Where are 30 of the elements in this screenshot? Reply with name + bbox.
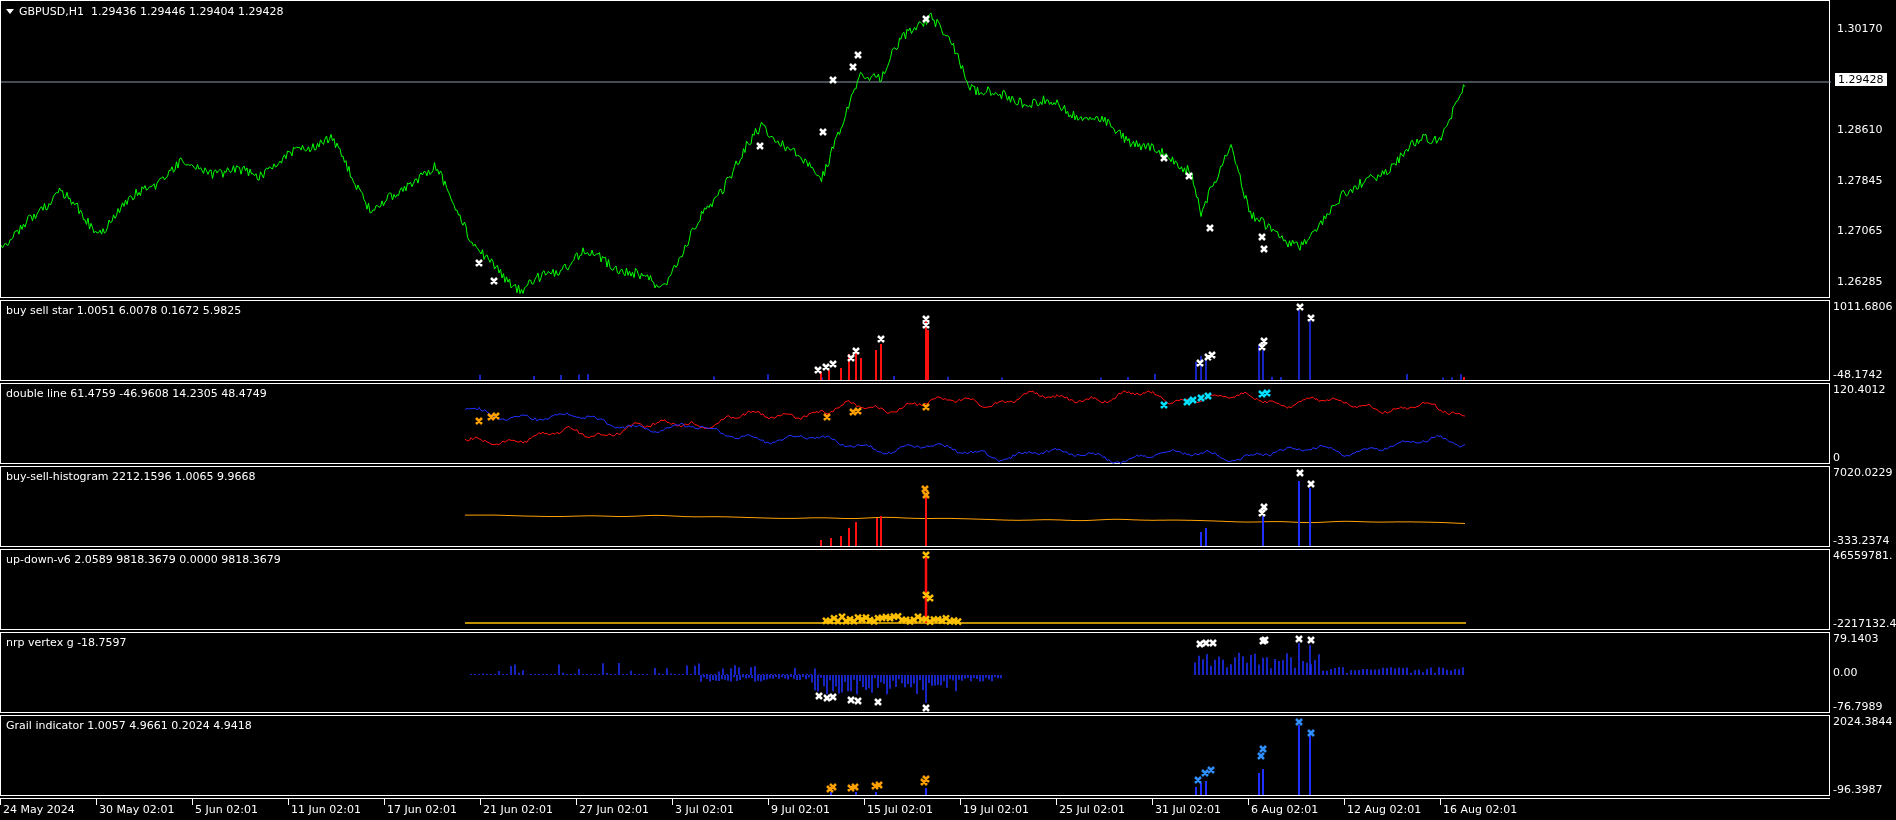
dropdown-icon[interactable]: [6, 9, 14, 14]
indicator-label: up-down-v6 2.0589 9818.3679 0.0000 9818.3679: [5, 552, 281, 566]
chart-title: GBPUSD,H1 1.29436 1.29446 1.29404 1.29428: [19, 5, 284, 18]
axis-label: 2024.3844: [1833, 715, 1894, 728]
indicator-label: Grail indicator 1.0057 4.9661 0.2024 4.9418: [5, 718, 252, 732]
axis-label: -48.1742: [1833, 368, 1884, 381]
price-axis-label: 1.26285: [1836, 274, 1884, 288]
axis-label: 0.00: [1833, 666, 1859, 679]
axis-label: 7020.0229: [1833, 466, 1894, 479]
axis-label: 120.4012: [1833, 383, 1887, 396]
cross-markers-drawing: [1257, 468, 1316, 518]
axis-label: 79.1403: [1833, 632, 1880, 645]
price-axis-label: 1.27845: [1836, 173, 1884, 187]
axis-label: 0: [1833, 451, 1841, 464]
axis-label: -76.7989: [1833, 700, 1884, 713]
indicator-label: nrp vertex g -18.7597: [5, 635, 127, 649]
axis-label: -2217132.4: [1833, 617, 1896, 630]
axis-label: -333.2374: [1833, 534, 1891, 547]
axis-label: 1011.6806: [1833, 300, 1894, 313]
axis-label: -96.3987: [1833, 783, 1884, 796]
spike-bar: [924, 554, 928, 623]
current-price-tag: 1.29428: [1835, 72, 1887, 86]
price-axis-label: 1.30170: [1836, 22, 1884, 35]
indicator-label: buy sell star 1.0051 6.0078 0.1672 5.9825: [5, 303, 242, 317]
price-axis-label: 1.28610: [1836, 123, 1884, 137]
indicator-label: double line 61.4759 -46.9608 14.2305 48.4749: [5, 386, 267, 400]
indicator-label: buy-sell-histogram 2212.1596 1.0065 9.9668: [5, 469, 256, 483]
signal-markers-drawing: [920, 484, 931, 500]
price-axis-label: 1.27065: [1836, 224, 1884, 238]
axis-label: 46559781.: [1833, 549, 1894, 562]
